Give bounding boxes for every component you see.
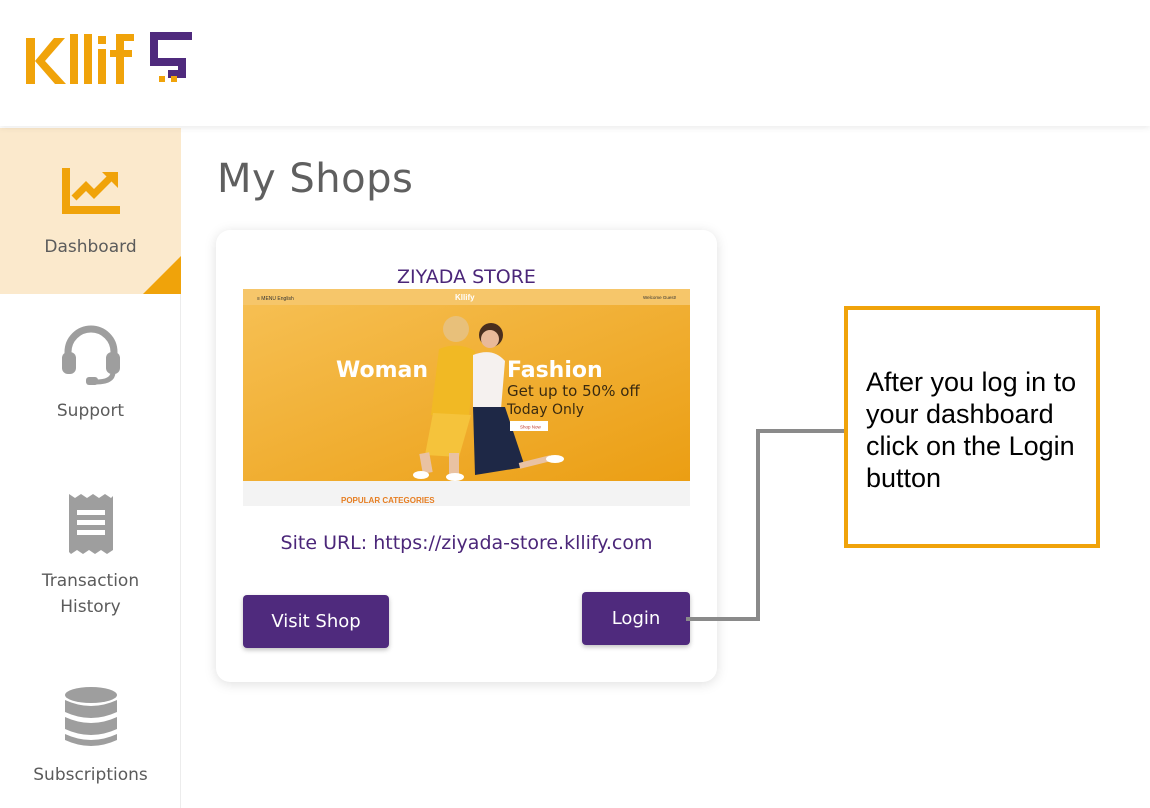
kllify-logo[interactable] [26, 30, 201, 90]
sidebar-item-subscriptions[interactable]: Subscriptions [0, 686, 181, 806]
page-title: My Shops [217, 156, 414, 202]
preview-section-title: POPULAR CATEGORIES [341, 496, 435, 505]
sidebar-item-label: Transaction History [41, 571, 140, 617]
top-bar [0, 0, 1150, 126]
preview-cta: Shop Now [520, 425, 542, 430]
sidebar-item-support[interactable]: Support [0, 324, 181, 434]
headset-icon [61, 325, 120, 385]
visit-shop-button[interactable]: Visit Shop [243, 595, 389, 648]
chart-trend-icon [61, 168, 120, 214]
sidebar-item-dashboard[interactable]: Dashboard [0, 128, 181, 294]
preview-headline-left: Woman [336, 358, 428, 383]
instruction-callout: After you log in to your dashboard click… [844, 306, 1100, 548]
sidebar-item-label: Support [56, 401, 125, 421]
receipt-icon [68, 494, 113, 554]
preview-brand: Kllify [455, 293, 475, 302]
database-icon [64, 687, 117, 746]
active-corner-marker [143, 256, 181, 294]
callout-text: After you log in to your dashboard click… [866, 367, 1077, 493]
preview-nav-right: Welcome Guest! [643, 295, 676, 300]
shop-name: ZIYADA STORE [397, 266, 536, 288]
sidebar: Dashboard Support Transaction History Su… [0, 128, 181, 808]
preview-nav-left: ≡ MENU English [257, 296, 294, 302]
login-button[interactable]: Login [582, 592, 690, 645]
shop-preview-image[interactable]: ≡ MENU English Kllify Welcome Guest! Wom… [243, 289, 690, 506]
preview-headline-right: Fashion [507, 358, 603, 383]
preview-subline-2: Today Only [506, 402, 584, 418]
preview-subline-1: Get up to 50% off [507, 382, 640, 400]
shop-card: ZIYADA STORE ≡ MENU English Kllify Welco… [216, 230, 717, 682]
site-url: Site URL: https://ziyada-store.kllify.co… [280, 532, 653, 554]
sidebar-item-transaction-history[interactable]: Transaction History [0, 492, 181, 622]
sidebar-item-label: Subscriptions [33, 765, 148, 785]
